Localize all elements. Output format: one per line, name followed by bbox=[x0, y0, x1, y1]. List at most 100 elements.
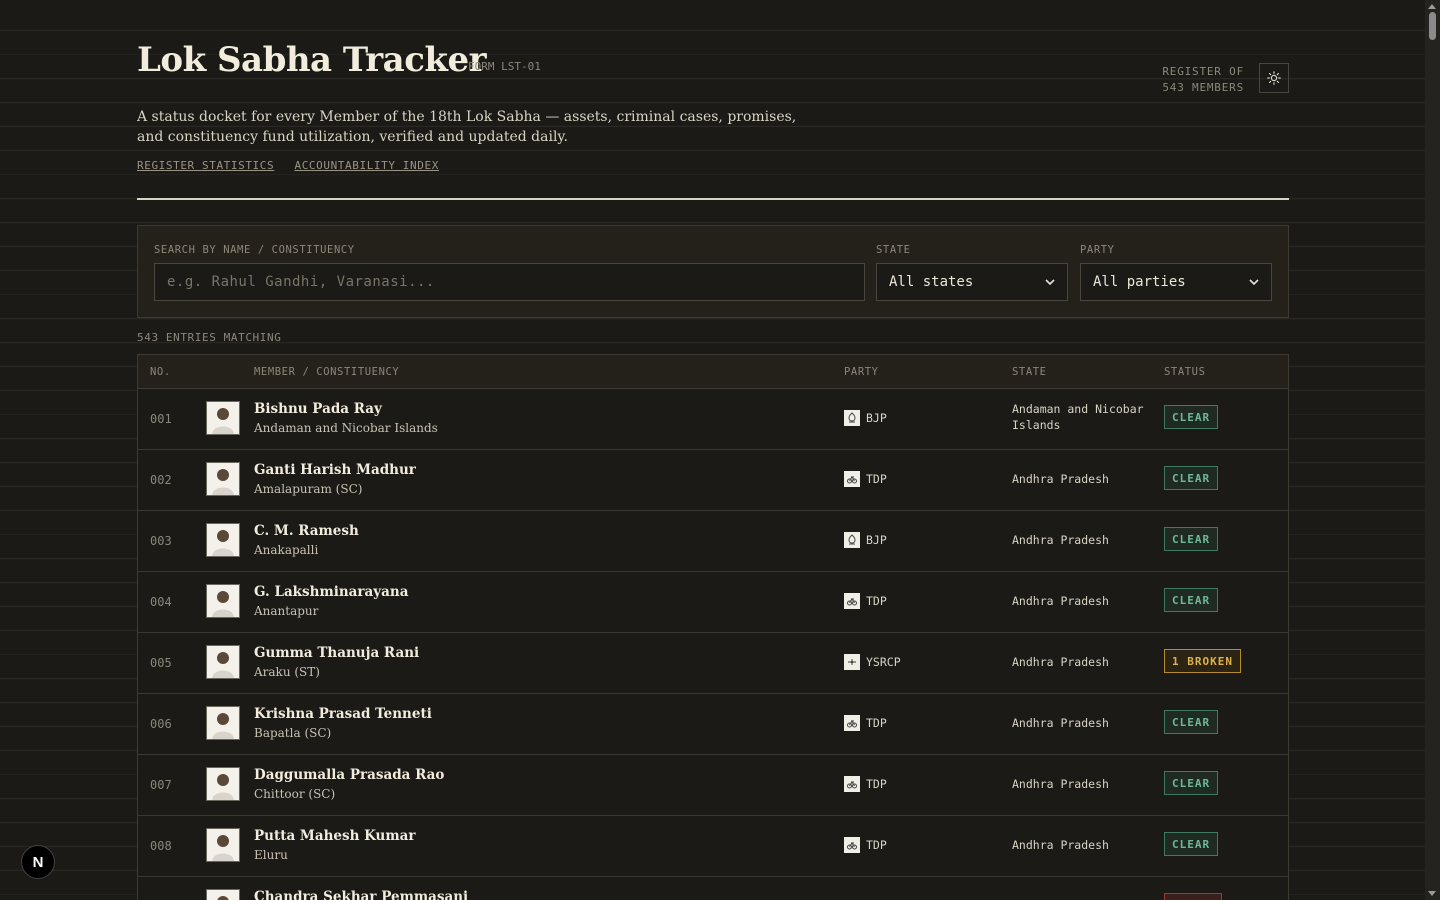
member-state: Andhra Pradesh bbox=[1012, 716, 1109, 730]
party-label: PARTY bbox=[1080, 244, 1115, 256]
scrollbar[interactable] bbox=[1425, 0, 1440, 900]
state-select[interactable]: All states bbox=[876, 263, 1068, 301]
entries-count: 543 ENTRIES MATCHING bbox=[137, 331, 282, 344]
member-photo bbox=[206, 462, 240, 496]
member-constituency: Eluru bbox=[254, 848, 288, 862]
member-state: Andhra Pradesh bbox=[1012, 533, 1109, 547]
theme-toggle-button[interactable] bbox=[1259, 63, 1289, 93]
table-body: 001 Bishnu Pada Ray Andaman and Nicobar … bbox=[138, 389, 1288, 900]
page-subtitle: A status docket for every Member of the … bbox=[137, 109, 797, 145]
status-badge[interactable]: CLEAR bbox=[1164, 405, 1219, 429]
member-name[interactable]: G. Lakshminarayana bbox=[254, 584, 408, 600]
member-state: Andaman and Nicobar Islands bbox=[1012, 402, 1144, 432]
member-state: Andhra Pradesh bbox=[1012, 472, 1109, 486]
status-badge[interactable]: CLEAR bbox=[1164, 832, 1219, 856]
scroll-down-arrow[interactable] bbox=[1428, 891, 1436, 896]
member-name[interactable]: Gumma Thanuja Rani bbox=[254, 645, 419, 661]
member-name[interactable]: Ganti Harish Madhur bbox=[254, 462, 416, 478]
member-party: TDP bbox=[844, 776, 887, 792]
table-row[interactable]: 002 Ganti Harish Madhur Amalapuram (SC) … bbox=[138, 449, 1288, 510]
status-badge[interactable]: CLEAR bbox=[1164, 527, 1219, 551]
status-badge[interactable]: CLEAR bbox=[1164, 588, 1219, 612]
chevron-down-icon bbox=[1045, 278, 1055, 285]
member-name[interactable]: Krishna Prasad Tenneti bbox=[254, 706, 432, 722]
party-name: TDP bbox=[866, 716, 887, 730]
member-party: BJP bbox=[844, 532, 887, 548]
member-constituency: Andaman and Nicobar Islands bbox=[254, 421, 438, 435]
chevron-down-icon bbox=[1249, 278, 1259, 285]
party-logo-icon bbox=[844, 654, 860, 670]
member-name[interactable]: C. M. Ramesh bbox=[254, 523, 359, 539]
row-number: 002 bbox=[150, 473, 172, 487]
row-number: 004 bbox=[150, 595, 172, 609]
table-row[interactable]: 006 Krishna Prasad Tenneti Bapatla (SC) … bbox=[138, 693, 1288, 754]
party-logo-icon bbox=[844, 837, 860, 853]
party-name: TDP bbox=[866, 594, 887, 608]
member-photo bbox=[206, 706, 240, 740]
member-constituency: Bapatla (SC) bbox=[254, 726, 332, 740]
table-row[interactable]: 001 Bishnu Pada Ray Andaman and Nicobar … bbox=[138, 389, 1288, 449]
member-state: Andhra Pradesh bbox=[1012, 594, 1109, 608]
scrollbar-thumb[interactable] bbox=[1429, 12, 1436, 40]
table-row[interactable]: 004 G. Lakshminarayana Anantapur TDP And… bbox=[138, 571, 1288, 632]
member-constituency: Chittoor (SC) bbox=[254, 787, 336, 801]
row-number: 007 bbox=[150, 778, 172, 792]
member-constituency: Anakapalli bbox=[254, 543, 319, 557]
table-row[interactable]: 005 Gumma Thanuja Rani Araku (ST) YSRCP … bbox=[138, 632, 1288, 693]
table-row[interactable]: 009 Chandra Sekhar Pemmasani bbox=[138, 876, 1288, 900]
member-state: Andhra Pradesh bbox=[1012, 777, 1109, 791]
search-input[interactable]: e.g. Rahul Gandhi, Varanasi... bbox=[154, 263, 865, 301]
status-badge[interactable]: 1 BROKEN bbox=[1164, 649, 1241, 673]
header-divider bbox=[137, 198, 1289, 200]
member-party: TDP bbox=[844, 471, 887, 487]
page-title: Lok Sabha Tracker bbox=[137, 40, 487, 80]
party-logo-icon bbox=[844, 715, 860, 731]
scroll-up-arrow[interactable] bbox=[1428, 4, 1436, 9]
member-party: TDP bbox=[844, 715, 887, 731]
table-row[interactable]: 003 C. M. Ramesh Anakapalli BJP Andhra P… bbox=[138, 510, 1288, 571]
state-select-value: All states bbox=[889, 274, 974, 290]
status-badge[interactable] bbox=[1164, 893, 1222, 900]
member-party: YSRCP bbox=[844, 654, 901, 670]
col-header-state: STATE bbox=[1012, 366, 1047, 378]
dev-tools-badge[interactable]: N bbox=[21, 845, 55, 879]
party-name: YSRCP bbox=[866, 655, 901, 669]
register-statistics-link[interactable]: REGISTER STATISTICS bbox=[137, 159, 274, 172]
member-party: TDP bbox=[844, 593, 887, 609]
row-number: 005 bbox=[150, 656, 172, 670]
party-logo-icon bbox=[844, 593, 860, 609]
table-row[interactable]: 007 Daggumalla Prasada Rao Chittoor (SC)… bbox=[138, 754, 1288, 815]
status-badge[interactable]: CLEAR bbox=[1164, 710, 1219, 734]
member-name[interactable]: Putta Mahesh Kumar bbox=[254, 828, 416, 844]
page: Lok Sabha Tracker FORM LST-01 REGISTER O… bbox=[137, 0, 1289, 900]
table-row[interactable]: 008 Putta Mahesh Kumar Eluru TDP Andhra … bbox=[138, 815, 1288, 876]
form-code: FORM LST-01 bbox=[468, 60, 541, 73]
party-name: TDP bbox=[866, 838, 887, 852]
member-photo bbox=[206, 523, 240, 557]
member-party: BJP bbox=[844, 410, 887, 426]
register-line-2: 543 MEMBERS bbox=[1162, 81, 1244, 94]
col-header-no: NO. bbox=[150, 366, 171, 378]
party-select[interactable]: All parties bbox=[1080, 263, 1272, 301]
row-number: 006 bbox=[150, 717, 172, 731]
header: Lok Sabha Tracker FORM LST-01 REGISTER O… bbox=[137, 0, 1289, 200]
party-logo-icon bbox=[844, 532, 860, 548]
party-name: TDP bbox=[866, 777, 887, 791]
member-photo bbox=[206, 584, 240, 618]
status-badge[interactable]: CLEAR bbox=[1164, 466, 1219, 490]
member-constituency: Araku (ST) bbox=[254, 665, 320, 679]
member-photo bbox=[206, 645, 240, 679]
member-name[interactable]: Daggumalla Prasada Rao bbox=[254, 767, 444, 783]
member-name[interactable]: Bishnu Pada Ray bbox=[254, 401, 382, 417]
register-line-1: REGISTER OF bbox=[1162, 65, 1244, 78]
member-party: TDP bbox=[844, 837, 887, 853]
status-badge[interactable]: CLEAR bbox=[1164, 771, 1219, 795]
party-logo-icon bbox=[844, 776, 860, 792]
member-constituency: Anantapur bbox=[254, 604, 319, 618]
register-count: REGISTER OF 543 MEMBERS bbox=[1162, 64, 1244, 96]
state-label: STATE bbox=[876, 244, 911, 256]
accountability-index-link[interactable]: ACCOUNTABILITY INDEX bbox=[294, 159, 438, 172]
member-name[interactable]: Chandra Sekhar Pemmasani bbox=[254, 889, 468, 900]
member-photo bbox=[206, 767, 240, 801]
party-logo-icon bbox=[844, 471, 860, 487]
